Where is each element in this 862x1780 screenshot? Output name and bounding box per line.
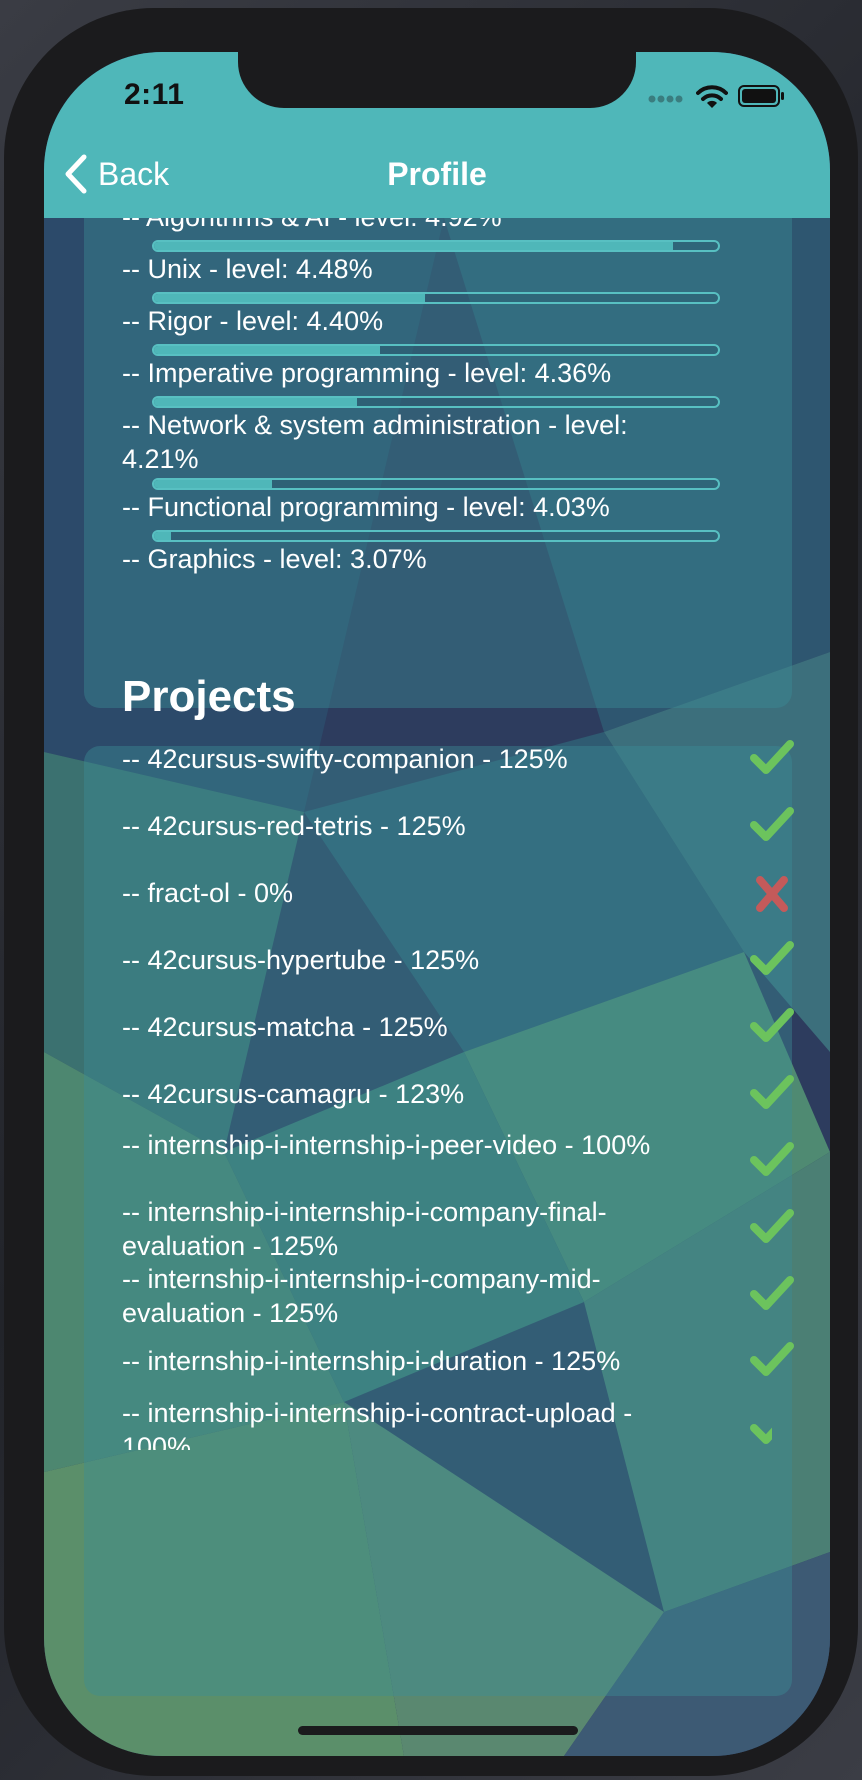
check-icon xyxy=(750,740,794,774)
project-label: -- 42cursus-red-tetris - 125% xyxy=(122,811,466,841)
check-icon xyxy=(750,1209,794,1243)
project-label: -- internship-i-internship-i-company-fin… xyxy=(122,1197,607,1261)
project-row: -- internship-i-internship-i-contract-up… xyxy=(122,1396,772,1450)
skill-progress-bar xyxy=(152,396,720,408)
project-label: -- 42cursus-swifty-companion - 125% xyxy=(122,744,568,774)
check-icon xyxy=(750,1142,794,1176)
skill-progress-bar xyxy=(152,240,720,252)
projects-heading: Projects xyxy=(122,672,296,721)
project-label: -- internship-i-internship-i-contract-up… xyxy=(122,1398,633,1450)
skill-progress-fill xyxy=(154,398,358,406)
check-icon xyxy=(750,1276,794,1310)
skill-progress-fill xyxy=(154,532,171,540)
project-label: -- 42cursus-camagru - 123% xyxy=(122,1079,465,1109)
page-title: Profile xyxy=(387,156,487,192)
check-icon xyxy=(750,1008,794,1042)
check-icon xyxy=(750,1075,794,1109)
skill-label: -- Graphics - level: 3.07% xyxy=(122,544,427,574)
navigation-bar: 2:11 Back Profile xyxy=(44,52,830,218)
cellular-signal-icon xyxy=(648,95,683,103)
project-label: -- 42cursus-matcha - 125% xyxy=(122,1012,448,1042)
app-screen: -- Algorithms & AI - level: 4.92% -- Uni… xyxy=(44,52,830,1756)
skill-progress-bar xyxy=(152,530,720,542)
skill-label: -- Algorithms & AI - level: 4.92% xyxy=(122,218,702,234)
skill-label: -- Rigor - level: 4.40% xyxy=(122,306,384,336)
check-icon xyxy=(750,1424,772,1444)
skill-progress-fill xyxy=(154,346,380,354)
skill-progress-fill xyxy=(154,242,673,250)
phone-frame: -- Algorithms & AI - level: 4.92% -- Uni… xyxy=(4,8,858,1776)
skill-progress-fill xyxy=(154,480,273,488)
skill-progress-fill xyxy=(154,294,425,302)
skill-label: -- Unix - level: 4.48% xyxy=(122,254,373,284)
status-time: 2:11 xyxy=(124,78,185,111)
skill-progress-bar xyxy=(152,478,720,490)
skill-label: -- Network & system administration - lev… xyxy=(122,410,628,474)
project-label: -- internship-i-internship-i-peer-video … xyxy=(122,1130,651,1160)
check-icon xyxy=(750,941,794,975)
home-indicator[interactable] xyxy=(298,1726,578,1735)
skill-progress-bar xyxy=(152,344,720,356)
device-notch xyxy=(238,52,636,108)
project-label: -- internship-i-internship-i-company-mid… xyxy=(122,1264,601,1328)
skill-label: -- Functional programming - level: 4.03% xyxy=(122,492,610,522)
skill-label: -- Imperative programming - level: 4.36% xyxy=(122,358,612,388)
battery-icon xyxy=(738,85,784,107)
project-label: -- fract-ol - 0% xyxy=(122,878,294,908)
skills-list: -- Algorithms & AI - level: 4.92% -- Uni… xyxy=(44,218,830,1756)
check-icon xyxy=(750,1342,794,1376)
cross-icon xyxy=(756,876,788,912)
skill-progress-bar xyxy=(152,292,720,304)
wifi-icon xyxy=(696,85,728,108)
check-icon xyxy=(750,807,794,841)
project-label: -- internship-i-internship-i-duration - … xyxy=(122,1346,621,1376)
project-label: -- 42cursus-hypertube - 125% xyxy=(122,945,480,975)
